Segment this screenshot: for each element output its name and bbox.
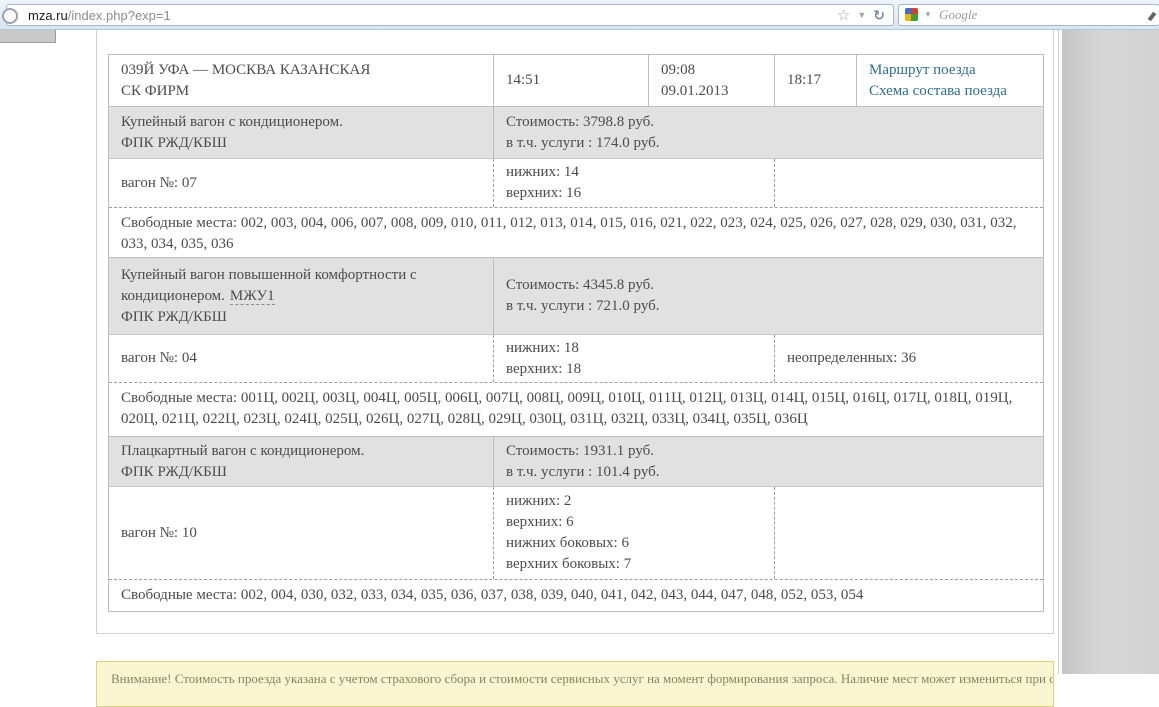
- seat-count: нижних боковых: 6: [506, 533, 764, 554]
- arrival-date: 09.01.2013: [661, 81, 764, 102]
- price: Стоимость: 1931.1 руб.: [506, 441, 1033, 462]
- free-seats-row: Свободные места: 001Ц, 002Ц, 003Ц, 004Ц,…: [109, 383, 1043, 437]
- car-class-cell: Купейный вагон с кондиционером. ФПК РЖД/…: [109, 107, 494, 158]
- car-class-row: Купейный вагон с кондиционером. ФПК РЖД/…: [109, 107, 1043, 159]
- free-seats-list: Свободные места: 001Ц, 002Ц, 003Ц, 004Ц,…: [121, 388, 1033, 430]
- wagon-row: вагон №: 10 нижних: 2 верхних: 6 нижних …: [109, 487, 1043, 580]
- price: Стоимость: 4345.8 руб.: [506, 275, 1033, 296]
- seat-counts-cell: нижних: 18 верхних: 18: [494, 335, 775, 382]
- train-scheme-link[interactable]: Схема состава поезда: [869, 81, 1033, 102]
- travel-time: 18:17: [787, 70, 846, 91]
- seat-count: нижних: 18: [506, 338, 764, 359]
- url-bar[interactable]: mza.ru/index.php?exp=1 ☆ ▼ ↻: [6, 4, 894, 26]
- site-favicon-icon: [2, 8, 18, 24]
- wagon-row: вагон №: 07 нижних: 14 верхних: 16: [109, 159, 1043, 208]
- car-class-row: Плацкартный вагон с кондиционером. ФПК Р…: [109, 437, 1043, 487]
- free-seats-row: Свободные места: 002, 004, 030, 032, 033…: [109, 580, 1043, 611]
- url-domain: mza.ru: [28, 8, 68, 23]
- car-class-cell: Плацкартный вагон с кондиционером. ФПК Р…: [109, 437, 494, 486]
- services-price: в т.ч. услуги : 721.0 руб.: [506, 296, 1033, 317]
- seat-count: верхних: 16: [506, 183, 764, 204]
- reload-icon[interactable]: ↻: [873, 8, 885, 22]
- url-path: /index.php?exp=1: [68, 8, 171, 23]
- train-name-cell: 039Й УФА — МОСКВА КАЗАНСКАЯ СК ФИРМ: [109, 55, 494, 106]
- price-cell: Стоимость: 1931.1 руб. в т.ч. услуги : 1…: [494, 437, 1043, 486]
- page-right-margin: [1062, 30, 1159, 674]
- extra-seats-cell: неопределенных: 36: [775, 335, 1043, 382]
- departure-time: 14:51: [506, 70, 638, 91]
- google-logo-icon[interactable]: [905, 8, 918, 21]
- free-seats-list: Свободные места: 002, 003, 004, 006, 007…: [121, 213, 1033, 255]
- wagon-number-cell: вагон №: 10: [109, 487, 494, 579]
- services-price: в т.ч. услуги : 101.4 руб.: [506, 462, 1033, 483]
- clipped-left-element: [0, 30, 56, 43]
- arrival-time: 09:08: [661, 60, 764, 81]
- car-class-cell: Купейный вагон повышенной комфортности с…: [109, 258, 494, 334]
- extra-seats-cell: [775, 159, 1043, 207]
- seat-counts-cell: нижних: 2 верхних: 6 нижних боковых: 6 в…: [494, 487, 775, 579]
- train-header-row: 039Й УФА — МОСКВА КАЗАНСКАЯ СК ФИРМ 14:5…: [109, 55, 1043, 107]
- car-class-name: Плацкартный вагон с кондиционером.: [121, 443, 364, 459]
- bookmark-star-icon[interactable]: ☆: [837, 8, 850, 23]
- history-dropdown-icon[interactable]: ▼: [857, 11, 866, 20]
- services-price: в т.ч. услуги : 174.0 руб.: [506, 133, 1033, 154]
- page-right-border: [1058, 30, 1059, 674]
- class-abbr: МЖУ1: [230, 288, 275, 305]
- seat-count: верхних боковых: 7: [506, 554, 764, 575]
- extra-seats-cell: [775, 487, 1043, 579]
- free-seats-cell: Свободные места: 002, 004, 030, 032, 033…: [109, 580, 1043, 611]
- wagon-row: вагон №: 04 нижних: 18 верхних: 18 неопр…: [109, 335, 1043, 383]
- route-link[interactable]: Маршрут поезда: [869, 60, 1033, 81]
- search-engine-dropdown-icon[interactable]: ▼: [924, 11, 932, 19]
- price-cell: Стоимость: 3798.8 руб. в т.ч. услуги : 1…: [494, 107, 1043, 158]
- carrier: ФПК РЖД/КБШ: [121, 462, 483, 483]
- train-title: 039Й УФА — МОСКВА КАЗАНСКАЯ: [121, 60, 483, 81]
- departure-time-cell: 14:51: [494, 55, 649, 106]
- free-seats-cell: Свободные места: 002, 003, 004, 006, 007…: [109, 208, 1043, 257]
- search-placeholder[interactable]: Google: [939, 7, 977, 23]
- arrival-cell: 09:08 09.01.2013: [649, 55, 775, 106]
- notice-bar: Внимание! Стоимость проезда указана с уч…: [96, 661, 1054, 707]
- carrier: ФПК РЖД/КБШ: [121, 133, 483, 154]
- wagon-number: вагон №: 04: [121, 348, 483, 369]
- seat-count: нижних: 2: [506, 491, 764, 512]
- seat-count: нижних: 14: [506, 162, 764, 183]
- wagon-number-cell: вагон №: 04: [109, 335, 494, 382]
- car-class-name: Купейный вагон с кондиционером.: [121, 114, 343, 130]
- wagon-number-cell: вагон №: 07: [109, 159, 494, 207]
- train-links-cell: Маршрут поезда Схема состава поезда: [857, 55, 1043, 106]
- train-subtitle: СК ФИРМ: [121, 81, 483, 102]
- search-box[interactable]: ▼ Google: [898, 4, 1159, 26]
- free-seats-list: Свободные места: 002, 004, 030, 032, 033…: [121, 585, 1033, 606]
- price-cell: Стоимость: 4345.8 руб. в т.ч. услуги : 7…: [494, 258, 1043, 334]
- free-seats-row: Свободные места: 002, 003, 004, 006, 007…: [109, 208, 1043, 258]
- seat-count: верхних: 6: [506, 512, 764, 533]
- url-text[interactable]: mza.ru/index.php?exp=1: [28, 8, 171, 23]
- notice-text: Внимание! Стоимость проезда указана с уч…: [111, 671, 1054, 686]
- travel-time-cell: 18:17: [775, 55, 857, 106]
- free-seats-cell: Свободные места: 001Ц, 002Ц, 003Ц, 004Ц,…: [109, 383, 1043, 436]
- price: Стоимость: 3798.8 руб.: [506, 112, 1033, 133]
- browser-toolbar: mza.ru/index.php?exp=1 ☆ ▼ ↻ ▼ Google: [0, 0, 1159, 30]
- wagon-number: вагон №: 07: [121, 173, 483, 194]
- car-class-row: Купейный вагон повышенной комфортности с…: [109, 258, 1043, 335]
- seat-counts-cell: нижних: 14 верхних: 16: [494, 159, 775, 207]
- train-table: 039Й УФА — МОСКВА КАЗАНСКАЯ СК ФИРМ 14:5…: [108, 54, 1044, 612]
- results-panel: 039Й УФА — МОСКВА КАЗАНСКАЯ СК ФИРМ 14:5…: [96, 30, 1054, 634]
- seat-count: верхних: 18: [506, 359, 764, 380]
- carrier: ФПК РЖД/КБШ: [121, 307, 483, 328]
- extra-seat-count: неопределенных: 36: [787, 348, 1033, 369]
- wagon-number: вагон №: 10: [121, 523, 483, 544]
